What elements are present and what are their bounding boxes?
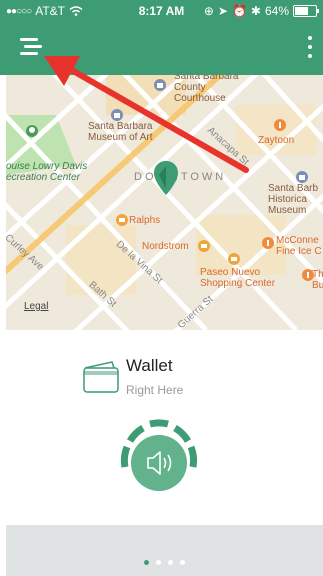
map-label-nordstrom: Nordstrom [142, 241, 189, 252]
page-dot[interactable] [168, 560, 173, 565]
page-dot[interactable] [180, 560, 185, 565]
alarm-icon: ⏰ [231, 4, 247, 18]
wallet-icon [83, 361, 119, 393]
battery-icon [293, 5, 319, 17]
battery-percent: 64% [264, 4, 289, 18]
top-nav-bar [0, 22, 323, 75]
mall-poi-icon [228, 253, 240, 265]
map-label-courthouse: Santa Barbara County Courthouse [174, 75, 239, 104]
map-legal-link[interactable]: Legal [24, 301, 48, 312]
historical-poi-icon [296, 171, 308, 183]
status-bar: ●●○○○ AT&T 8:17 AM ⊕ ➤ ⏰ ✱ 64% [0, 0, 323, 22]
item-location-status: Right Here [126, 383, 184, 397]
restaurant-poi-icon [274, 119, 286, 131]
map-label-zaytoon: Zaytoon [258, 135, 295, 146]
status-icons: ⊕ ➤ ⏰ ✱ 64% [203, 4, 319, 18]
location-icon: ➤ [217, 4, 228, 18]
item-detail-panel: Wallet Right Here [0, 330, 323, 525]
park-poi-icon [26, 125, 38, 137]
courthouse-poi-icon [154, 79, 166, 91]
map-label-downtown: DOWNTOWN [134, 171, 227, 183]
hamburger-menu-icon[interactable] [20, 36, 46, 62]
map-view[interactable]: Santa Barbara County Courthouse Santa Ba… [6, 75, 323, 330]
icecream-poi-icon [262, 237, 274, 249]
play-sound-button[interactable] [117, 417, 201, 501]
item-name: Wallet [126, 356, 173, 375]
vertical-ellipsis-icon[interactable] [306, 36, 314, 60]
page-dot[interactable] [156, 560, 161, 565]
page-indicator[interactable] [6, 560, 323, 565]
item-pager[interactable] [6, 525, 323, 576]
screen-lock-icon: ⊕ [203, 4, 214, 18]
page-dot[interactable] [144, 560, 149, 565]
location-pin-icon[interactable] [154, 161, 178, 195]
map-label-historical-museum: Santa Barb Historica Museum [268, 183, 319, 216]
map-label-museum-of-art: Santa Barbara Museum of Art [88, 121, 153, 143]
bar-poi-icon [302, 269, 314, 281]
museum-poi-icon [111, 109, 123, 121]
map-label-paseo-nuevo: Paseo Nuevo Shopping Center [200, 267, 276, 289]
map-label-mcconnell: McConne Fine Ice C [276, 235, 322, 257]
map-label-ralphs: Ralphs [129, 215, 161, 226]
map-label-lowry-davis: ouise Lowry Davis ecreation Center [6, 161, 88, 183]
bluetooth-icon: ✱ [250, 4, 261, 18]
grocery-poi-icon [116, 214, 128, 226]
battery-fill [295, 7, 308, 15]
shopping-poi-icon [198, 240, 210, 252]
